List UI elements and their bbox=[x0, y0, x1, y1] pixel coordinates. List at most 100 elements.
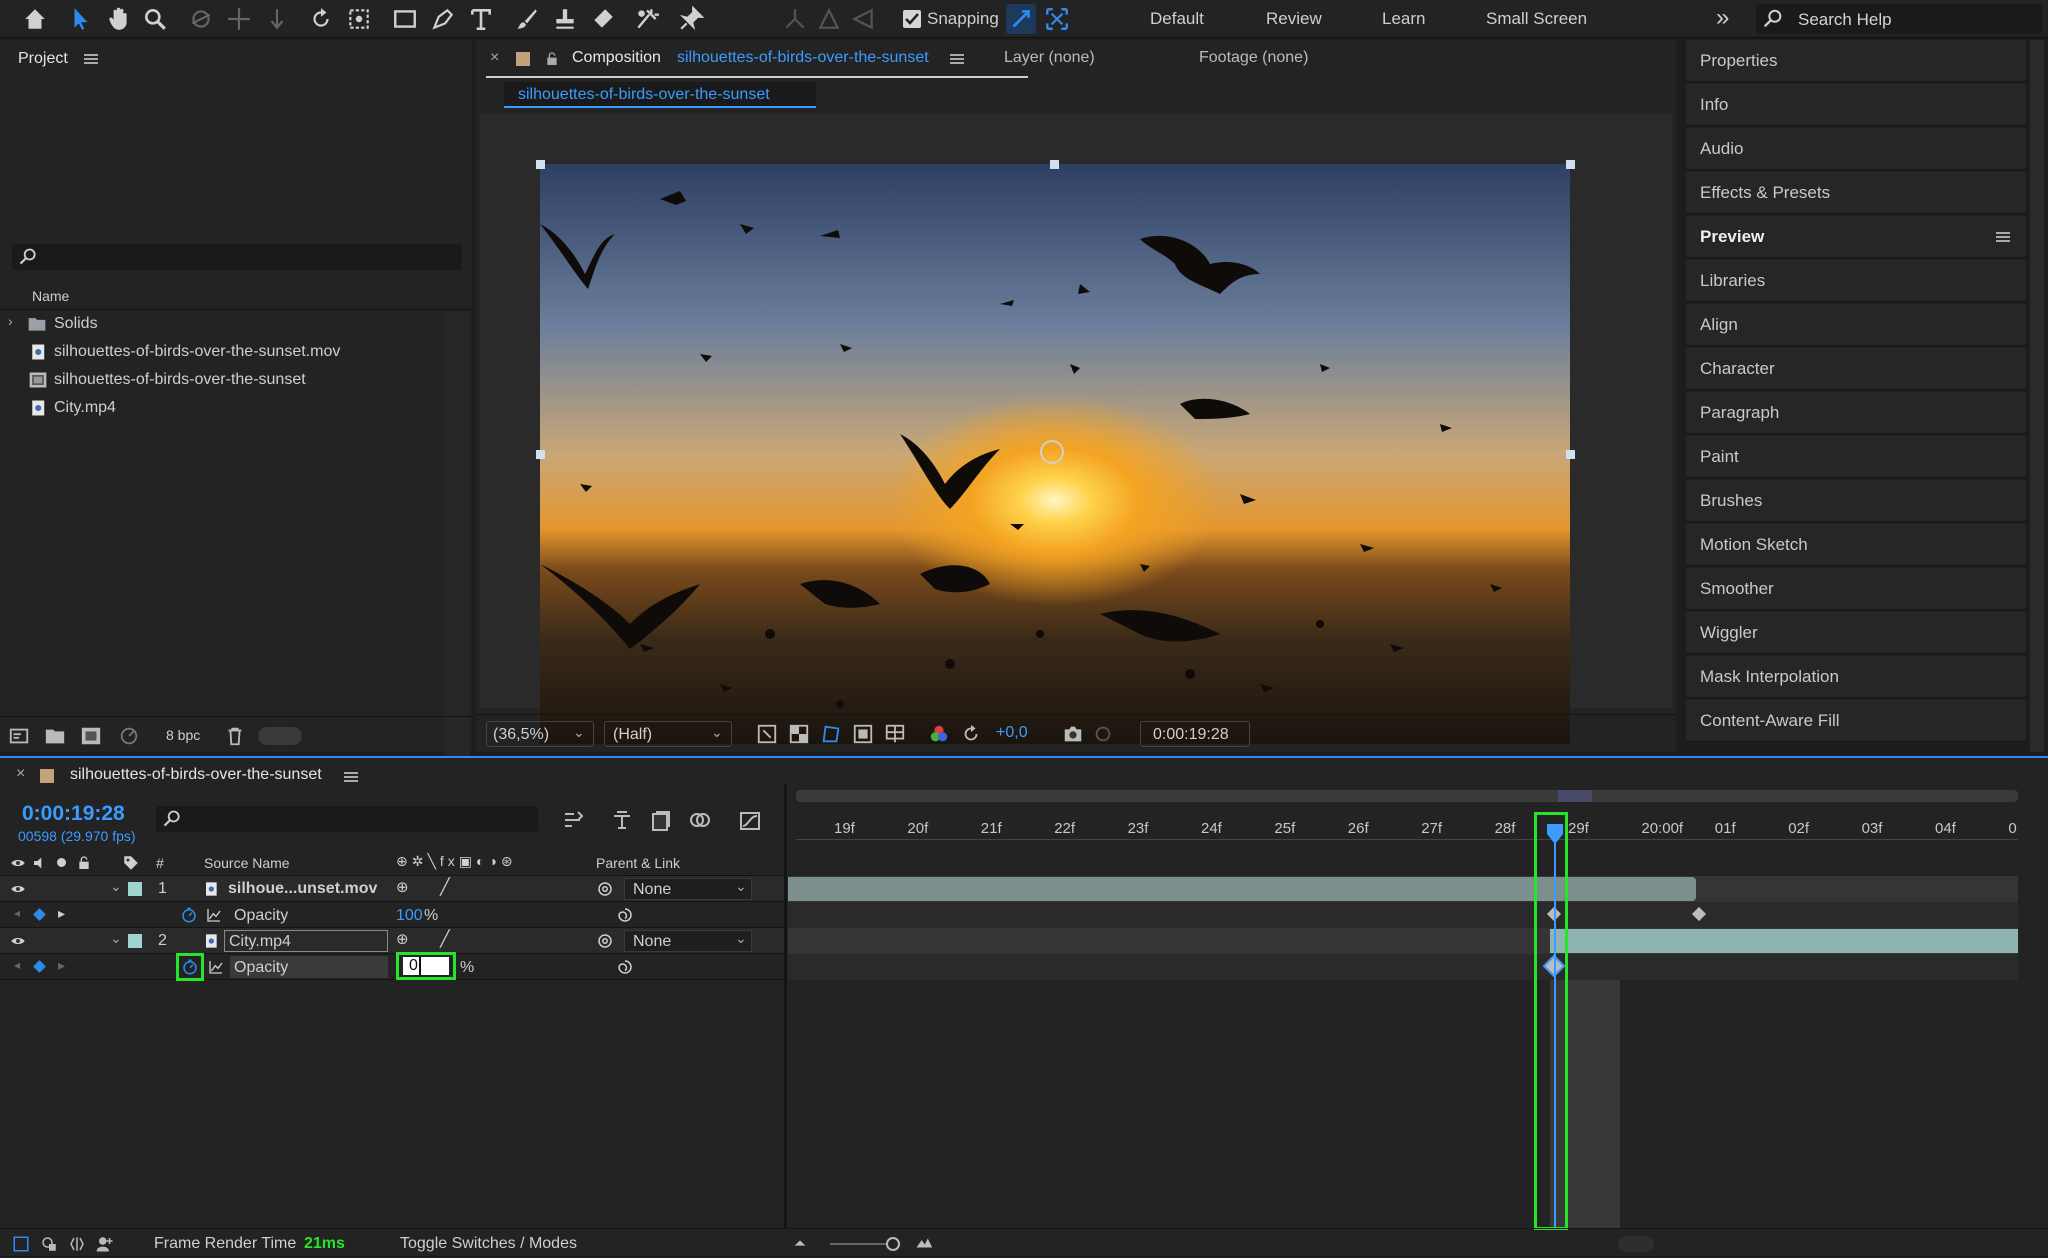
panel-preview[interactable]: Preview bbox=[1686, 216, 2026, 258]
rectangle-tool-icon[interactable] bbox=[390, 4, 420, 34]
axis-mode-icon[interactable] bbox=[780, 4, 810, 34]
stopwatch-highlight[interactable] bbox=[176, 953, 204, 981]
pan-camera-icon[interactable] bbox=[224, 4, 254, 34]
layer-row-2[interactable]: ⌄ 2 City.mp4 ⊕ ╱ None ⌄ bbox=[0, 928, 786, 954]
snapshot-camera-icon[interactable] bbox=[1062, 723, 1084, 745]
prev-keyframe-icon[interactable]: ◂ bbox=[14, 958, 20, 972]
time-navigator[interactable] bbox=[1558, 790, 1592, 802]
workspace-small-screen[interactable]: Small Screen bbox=[1486, 9, 1587, 29]
shy-switch-icon[interactable]: ⊕ bbox=[396, 878, 409, 896]
zoom-tool-icon[interactable] bbox=[140, 4, 170, 34]
home-icon[interactable] bbox=[20, 4, 50, 34]
roto-brush-tool-icon[interactable] bbox=[632, 4, 662, 34]
parent-dropdown-1[interactable]: None ⌄ bbox=[624, 878, 752, 900]
new-folder-icon[interactable] bbox=[44, 725, 66, 747]
layer-label-color[interactable] bbox=[128, 934, 142, 948]
quality-switch-icon[interactable]: ╱ bbox=[440, 929, 450, 949]
shy-layers-icon[interactable] bbox=[650, 808, 674, 832]
timeline-zoom-thumb[interactable] bbox=[886, 1237, 900, 1251]
layer-bar-2[interactable] bbox=[1550, 929, 2018, 953]
panel-effects-presets[interactable]: Effects & Presets bbox=[1686, 172, 2026, 214]
zoom-out-icon[interactable] bbox=[792, 1235, 808, 1251]
panel-paragraph[interactable]: Paragraph bbox=[1686, 392, 2026, 434]
project-scrollbar[interactable] bbox=[444, 312, 470, 760]
composition-viewer[interactable] bbox=[480, 114, 1672, 744]
handle-top-center[interactable] bbox=[1050, 160, 1059, 169]
parent-dropdown-2[interactable]: None ⌄ bbox=[624, 930, 752, 952]
work-area-bar[interactable] bbox=[796, 790, 2018, 802]
timeline-menu-icon[interactable] bbox=[344, 772, 358, 782]
composition-tab[interactable]: × Composition silhouettes-of-birds-over-… bbox=[486, 40, 1028, 78]
layer-label-color[interactable] bbox=[128, 882, 142, 896]
handle-mid-left[interactable] bbox=[536, 450, 545, 459]
bpc-toggle[interactable]: 8 bpc bbox=[166, 727, 200, 743]
rotation-tool-icon[interactable] bbox=[306, 4, 336, 34]
close-icon[interactable]: × bbox=[16, 765, 25, 783]
project-item-mov[interactable]: silhouettes-of-birds-over-the-sunset.mov bbox=[0, 338, 470, 366]
shy-switch-icon[interactable]: ⊕ bbox=[396, 930, 409, 948]
eye-icon[interactable] bbox=[10, 881, 26, 897]
brush-tool-icon[interactable] bbox=[512, 4, 542, 34]
project-search-field[interactable] bbox=[12, 244, 462, 270]
panel-paint[interactable]: Paint bbox=[1686, 436, 2026, 478]
mask-visibility-icon[interactable] bbox=[820, 723, 842, 745]
eraser-tool-icon[interactable] bbox=[588, 4, 618, 34]
search-help-field[interactable]: Search Help bbox=[1756, 4, 2042, 34]
zoom-in-icon[interactable] bbox=[912, 1234, 936, 1252]
timeline-current-time[interactable]: 0:00:19:28 bbox=[22, 802, 125, 826]
current-time-display[interactable]: 0:00:19:28 bbox=[1140, 721, 1250, 747]
footage-tab[interactable]: Footage (none) bbox=[1199, 49, 1308, 67]
workspace-review[interactable]: Review bbox=[1266, 9, 1322, 29]
project-menu-icon[interactable] bbox=[84, 54, 98, 64]
time-graph[interactable] bbox=[788, 784, 2032, 1230]
exposure-value[interactable]: +0,0 bbox=[996, 724, 1028, 742]
time-ruler[interactable] bbox=[796, 804, 2018, 840]
eye-icon[interactable] bbox=[10, 933, 26, 949]
project-item-city[interactable]: City.mp4 bbox=[0, 394, 470, 422]
anchor-point-icon[interactable] bbox=[1040, 440, 1064, 464]
new-composition-icon[interactable] bbox=[80, 725, 102, 747]
right-scrollbar[interactable] bbox=[2030, 40, 2044, 752]
panel-brushes[interactable]: Brushes bbox=[1686, 480, 2026, 522]
opacity-input-highlight[interactable]: 0 bbox=[396, 952, 456, 980]
thumbnail-slider[interactable] bbox=[258, 727, 302, 745]
panel-wiggler[interactable]: Wiggler bbox=[1686, 612, 2026, 654]
view-axis-icon[interactable] bbox=[848, 4, 878, 34]
next-keyframe-icon[interactable]: ▸ bbox=[58, 905, 65, 922]
interpret-footage-icon[interactable] bbox=[8, 725, 30, 747]
panel-info[interactable]: Info bbox=[1686, 84, 2026, 126]
panel-align[interactable]: Align bbox=[1686, 304, 2026, 346]
property-pickwhip-icon[interactable] bbox=[616, 906, 634, 924]
handle-mid-right[interactable] bbox=[1566, 450, 1575, 459]
motion-blur-icon[interactable] bbox=[688, 808, 712, 832]
lock-icon[interactable] bbox=[544, 51, 560, 67]
type-tool-icon[interactable] bbox=[466, 4, 496, 34]
panel-character[interactable]: Character bbox=[1686, 348, 2026, 390]
snapping-checkbox[interactable] bbox=[903, 10, 921, 28]
prev-keyframe-icon[interactable]: ◂ bbox=[14, 906, 20, 920]
world-axis-icon[interactable] bbox=[814, 4, 844, 34]
collapse-arrow-icon[interactable]: ⌄ bbox=[110, 930, 122, 947]
puppet-pin-tool-icon[interactable] bbox=[676, 4, 706, 34]
transparency-grid-icon[interactable] bbox=[788, 723, 810, 745]
grid-guides-icon[interactable] bbox=[884, 723, 906, 745]
project-column-name[interactable]: Name bbox=[32, 288, 69, 304]
timeline-horizontal-scroll[interactable] bbox=[1618, 1236, 1654, 1252]
workspace-default[interactable]: Default bbox=[1150, 9, 1204, 29]
project-item-composition[interactable]: silhouettes-of-birds-over-the-sunset bbox=[0, 366, 470, 394]
handle-top-right[interactable] bbox=[1566, 160, 1575, 169]
composition-flowchart-icon[interactable] bbox=[562, 808, 586, 832]
project-item-solids[interactable]: › Solids bbox=[0, 310, 470, 338]
show-snapshot-icon[interactable] bbox=[1092, 723, 1114, 745]
timeline-zoom-slider[interactable] bbox=[830, 1237, 900, 1251]
pickwhip-icon[interactable] bbox=[596, 932, 614, 950]
resolution-dropdown[interactable]: (Half) ⌄ bbox=[604, 721, 732, 747]
keyframe-toggle-icon[interactable] bbox=[33, 908, 46, 921]
property-pickwhip-icon[interactable] bbox=[616, 958, 634, 976]
graph-icon[interactable] bbox=[206, 907, 222, 923]
toggle-switches-modes[interactable]: Toggle Switches / Modes bbox=[400, 1235, 577, 1253]
flowchart-icon[interactable] bbox=[118, 725, 140, 747]
panel-motion-sketch[interactable]: Motion Sketch bbox=[1686, 524, 2026, 566]
in-out-icon[interactable] bbox=[68, 1235, 86, 1253]
anchor-point-tool-icon[interactable] bbox=[344, 4, 374, 34]
